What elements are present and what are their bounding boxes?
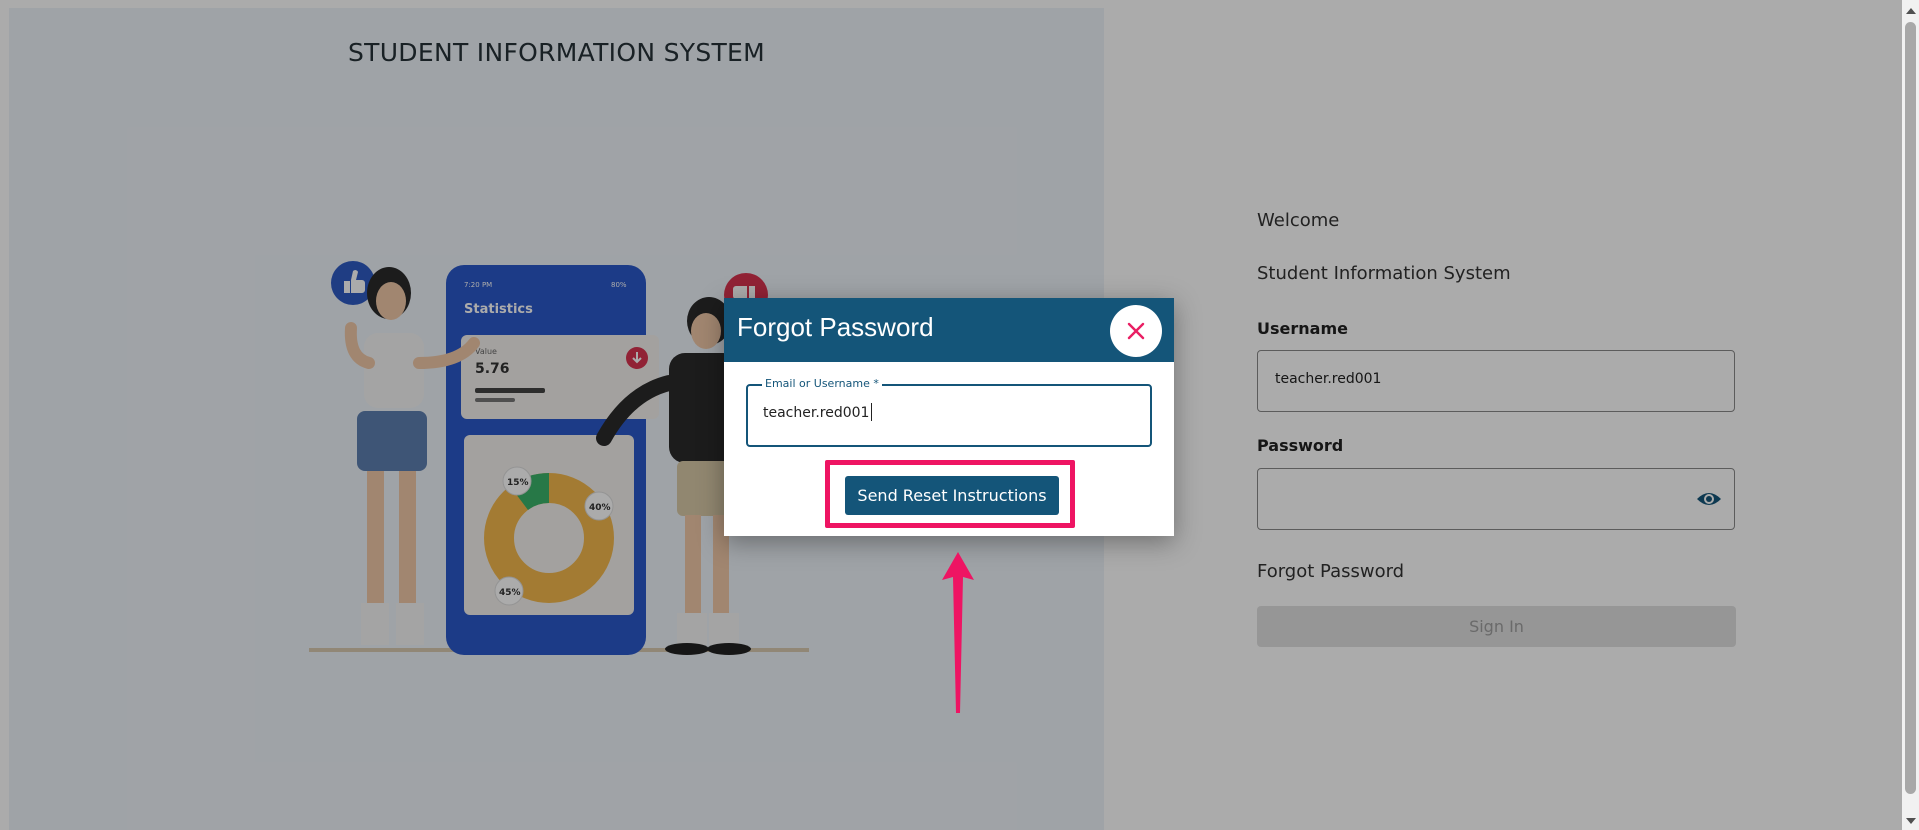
forgot-password-dialog: Forgot Password Email or Username * teac… [724,298,1174,536]
scroll-thumb[interactable] [1905,22,1916,794]
text-caret [871,403,873,421]
email-or-username-input[interactable]: Email or Username * teacher.red001 [746,377,1152,447]
page-scrollbar[interactable] [1902,0,1919,830]
scroll-up-icon[interactable] [1906,8,1916,14]
dialog-title: Forgot Password [737,312,934,342]
scroll-down-icon[interactable] [1906,818,1916,824]
close-icon [1127,322,1145,340]
dialog-header: Forgot Password [724,298,1174,362]
send-reset-instructions-button[interactable]: Send Reset Instructions [845,476,1059,515]
highlight-box: Send Reset Instructions [825,460,1075,528]
email-field-value: teacher.red001 [763,405,870,421]
close-button[interactable] [1110,305,1162,357]
arrow-up-icon [942,552,974,713]
email-field-label: Email or Username * [762,377,882,390]
